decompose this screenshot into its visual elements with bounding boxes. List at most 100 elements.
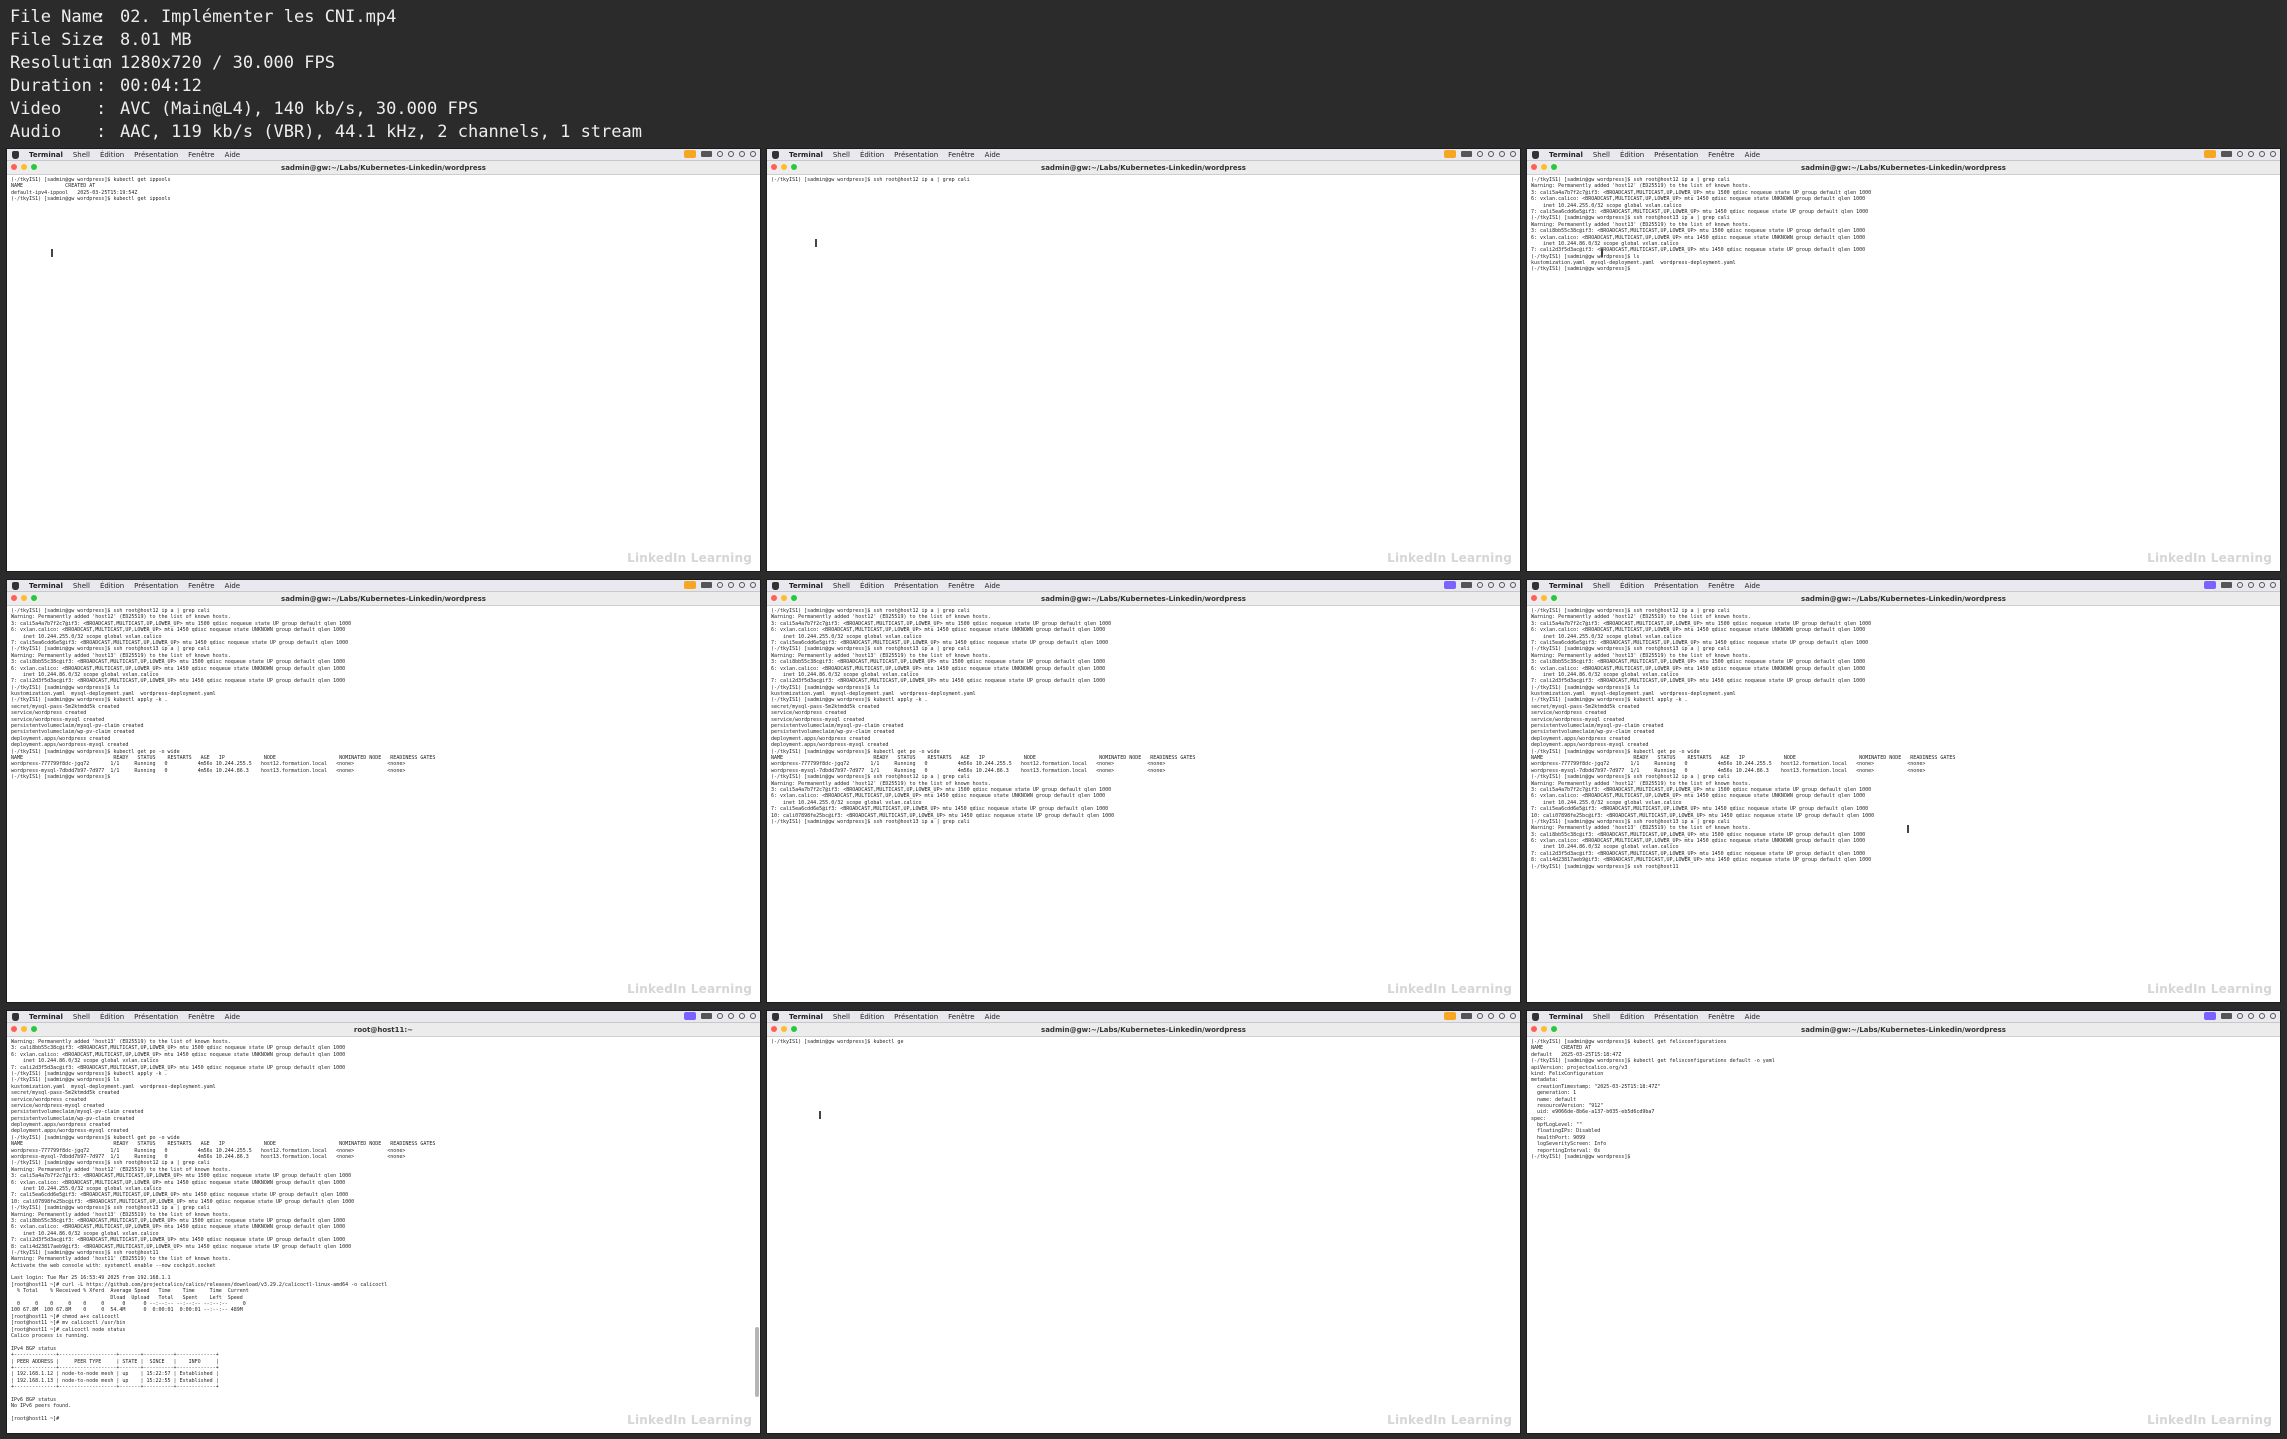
apple-logo-icon[interactable] <box>1532 150 1539 159</box>
menu-item[interactable]: Aide <box>225 151 240 159</box>
wifi-icon[interactable] <box>1477 151 1483 157</box>
minimize-button[interactable] <box>1541 164 1547 170</box>
menu-item[interactable]: Présentation <box>1654 151 1698 159</box>
recording-badge-icon[interactable] <box>684 1012 696 1020</box>
apple-logo-icon[interactable] <box>772 150 779 159</box>
recording-badge-icon[interactable] <box>2204 1012 2216 1020</box>
menu-item[interactable]: Aide <box>1745 582 1760 590</box>
menu-item[interactable]: Fenêtre <box>1708 582 1734 590</box>
menu-item[interactable]: Shell <box>833 151 850 159</box>
menu-item[interactable]: Fenêtre <box>948 1013 974 1021</box>
close-button[interactable] <box>771 164 777 170</box>
search-icon[interactable] <box>728 582 734 588</box>
close-button[interactable] <box>1531 1026 1537 1032</box>
terminal-output[interactable]: (-/tkyIS1) [sadmin@gw wordpress]$ ssh ro… <box>1527 606 2280 996</box>
minimize-button[interactable] <box>21 164 27 170</box>
menu-item[interactable]: Fenêtre <box>188 1013 214 1021</box>
menu-item[interactable]: Fenêtre <box>948 151 974 159</box>
menu-item[interactable]: Terminal <box>29 151 63 159</box>
minimize-button[interactable] <box>21 1026 27 1032</box>
maximize-button[interactable] <box>791 164 797 170</box>
minimize-button[interactable] <box>21 595 27 601</box>
menu-item[interactable]: Présentation <box>894 151 938 159</box>
terminal-output[interactable]: (-/tkyIS1) [sadmin@gw wordpress]$ ssh ro… <box>7 606 760 996</box>
menu-item[interactable]: Aide <box>225 1013 240 1021</box>
recording-badge-icon[interactable] <box>1444 1012 1456 1020</box>
scrollbar-thumb[interactable] <box>755 1327 759 1397</box>
control-center-icon[interactable] <box>739 151 745 157</box>
menu-item[interactable]: Fenêtre <box>1708 1013 1734 1021</box>
wifi-icon[interactable] <box>717 1013 723 1019</box>
apple-logo-icon[interactable] <box>772 581 779 590</box>
close-button[interactable] <box>771 595 777 601</box>
menu-item[interactable]: Terminal <box>789 1013 823 1021</box>
menu-item[interactable]: Édition <box>100 1013 124 1021</box>
maximize-button[interactable] <box>1551 1026 1557 1032</box>
menu-item[interactable]: Fenêtre <box>1708 151 1734 159</box>
menu-item[interactable]: Terminal <box>29 582 63 590</box>
wifi-icon[interactable] <box>1477 582 1483 588</box>
search-icon[interactable] <box>1488 1013 1494 1019</box>
menu-item[interactable]: Présentation <box>1654 582 1698 590</box>
menu-item[interactable]: Shell <box>833 582 850 590</box>
menu-item[interactable]: Aide <box>985 1013 1000 1021</box>
menu-item[interactable]: Aide <box>225 582 240 590</box>
wifi-icon[interactable] <box>717 582 723 588</box>
menu-item[interactable]: Shell <box>1593 582 1610 590</box>
menu-item[interactable]: Présentation <box>1654 1013 1698 1021</box>
menu-item[interactable]: Édition <box>1620 582 1644 590</box>
menu-item[interactable]: Shell <box>73 582 90 590</box>
battery-icon[interactable] <box>2221 151 2232 157</box>
maximize-button[interactable] <box>1551 595 1557 601</box>
control-center-icon[interactable] <box>739 582 745 588</box>
wifi-icon[interactable] <box>2237 582 2243 588</box>
recording-badge-icon[interactable] <box>1444 581 1456 589</box>
menu-item[interactable]: Fenêtre <box>948 582 974 590</box>
recording-badge-icon[interactable] <box>2204 150 2216 158</box>
battery-icon[interactable] <box>701 582 712 588</box>
control-center-icon[interactable] <box>1499 582 1505 588</box>
apple-logo-icon[interactable] <box>12 581 19 590</box>
menu-item[interactable]: Terminal <box>1549 1013 1583 1021</box>
clock-icon[interactable] <box>2270 1013 2276 1019</box>
maximize-button[interactable] <box>31 595 37 601</box>
wifi-icon[interactable] <box>2237 151 2243 157</box>
minimize-button[interactable] <box>781 595 787 601</box>
menu-item[interactable]: Aide <box>1745 151 1760 159</box>
terminal-output[interactable]: (-/tkyIS1) [sadmin@gw wordpress]$ kubect… <box>767 1037 1520 1427</box>
terminal-output[interactable]: (-/tkyIS1) [sadmin@gw wordpress]$ ssh ro… <box>1527 175 2280 565</box>
maximize-button[interactable] <box>791 1026 797 1032</box>
control-center-icon[interactable] <box>2259 151 2265 157</box>
clock-icon[interactable] <box>750 582 756 588</box>
maximize-button[interactable] <box>31 1026 37 1032</box>
menu-item[interactable]: Shell <box>1593 1013 1610 1021</box>
clock-icon[interactable] <box>750 151 756 157</box>
menu-item[interactable]: Édition <box>860 151 884 159</box>
search-icon[interactable] <box>2248 1013 2254 1019</box>
battery-icon[interactable] <box>701 1013 712 1019</box>
battery-icon[interactable] <box>1461 151 1472 157</box>
close-button[interactable] <box>771 1026 777 1032</box>
wifi-icon[interactable] <box>717 151 723 157</box>
battery-icon[interactable] <box>1461 582 1472 588</box>
clock-icon[interactable] <box>1510 582 1516 588</box>
menu-item[interactable]: Édition <box>860 582 884 590</box>
minimize-button[interactable] <box>1541 595 1547 601</box>
menu-item[interactable]: Présentation <box>894 1013 938 1021</box>
wifi-icon[interactable] <box>2237 1013 2243 1019</box>
search-icon[interactable] <box>728 1013 734 1019</box>
menu-item[interactable]: Terminal <box>789 151 823 159</box>
search-icon[interactable] <box>728 151 734 157</box>
menu-item[interactable]: Présentation <box>894 582 938 590</box>
close-button[interactable] <box>1531 164 1537 170</box>
control-center-icon[interactable] <box>2259 1013 2265 1019</box>
maximize-button[interactable] <box>791 595 797 601</box>
terminal-output[interactable]: Warning: Permanently added 'host13' (ED2… <box>7 1037 760 1427</box>
minimize-button[interactable] <box>781 1026 787 1032</box>
apple-logo-icon[interactable] <box>12 150 19 159</box>
control-center-icon[interactable] <box>2259 582 2265 588</box>
menu-item[interactable]: Fenêtre <box>188 582 214 590</box>
apple-logo-icon[interactable] <box>12 1012 19 1021</box>
search-icon[interactable] <box>1488 582 1494 588</box>
terminal-output[interactable]: (-/tkyIS1) [sadmin@gw wordpress]$ kubect… <box>7 175 760 565</box>
